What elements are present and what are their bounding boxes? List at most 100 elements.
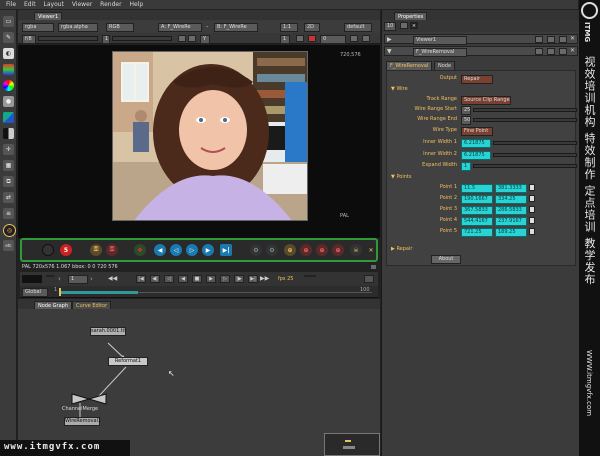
filter-icon[interactable]: ● bbox=[3, 96, 14, 107]
point4-x-field[interactable]: 544.4167 bbox=[461, 217, 493, 226]
step-back-icon[interactable]: ◀ bbox=[154, 244, 166, 256]
image-icon[interactable]: ◐ bbox=[3, 48, 14, 59]
inner-width2-field[interactable]: 6.21875 bbox=[461, 151, 491, 160]
ab3-icon[interactable]: ⊕ bbox=[316, 244, 328, 256]
metadata-icon[interactable]: ⇄ bbox=[3, 192, 14, 203]
point3-y-field[interactable]: 286.5833 bbox=[495, 206, 527, 215]
range-start-slider[interactable] bbox=[473, 108, 577, 112]
next-key-button[interactable]: |▶ bbox=[234, 275, 244, 283]
play-button[interactable]: ▶ bbox=[206, 275, 216, 283]
header2-icon-b[interactable] bbox=[547, 48, 555, 55]
point5-y-field[interactable]: 189.25 bbox=[495, 228, 527, 237]
point3-x-field[interactable]: 367.5833 bbox=[461, 206, 493, 215]
tab-node[interactable]: Node bbox=[434, 61, 456, 70]
bookend-icon[interactable]: ⚙ bbox=[266, 244, 278, 256]
header2-icon-a[interactable] bbox=[535, 48, 543, 55]
about-button[interactable]: About bbox=[431, 255, 461, 264]
refresh-icon[interactable] bbox=[362, 35, 370, 42]
point2-x-field[interactable]: 190.1667 bbox=[461, 195, 493, 204]
alpha-dropdown[interactable]: rgba.alpha bbox=[58, 23, 98, 32]
go-start-icon[interactable]: |◀ bbox=[136, 275, 146, 283]
wireremoval-node-header[interactable]: ▼ F_WireRemoval ✕ bbox=[384, 46, 578, 57]
point1-y-field[interactable]: 381.3333 bbox=[495, 184, 527, 193]
key-icon[interactable]: ⚿ bbox=[90, 244, 102, 256]
read-node[interactable]: sarah.0001.tif bbox=[90, 327, 126, 336]
proxy-icon[interactable] bbox=[188, 35, 196, 42]
stop-button[interactable]: ■ bbox=[192, 275, 202, 283]
ab4-icon[interactable]: ⊕ bbox=[332, 244, 344, 256]
transform-icon[interactable]: ✛ bbox=[3, 144, 14, 155]
wire-group-toggle[interactable]: ▼ Wire bbox=[391, 86, 408, 93]
keyer-icon[interactable] bbox=[3, 112, 14, 123]
prev-key-button[interactable]: ◀| bbox=[150, 275, 160, 283]
wire-type-dropdown[interactable]: Fine Point bbox=[461, 127, 493, 136]
views-icon[interactable]: ⧉ bbox=[3, 176, 14, 187]
overlay-icon[interactable] bbox=[350, 35, 358, 42]
channel-icon[interactable] bbox=[3, 64, 14, 75]
step-forward-icon[interactable]: ▶ bbox=[202, 244, 214, 256]
merge-icon[interactable] bbox=[3, 128, 14, 139]
key-add-icon[interactable]: ⚿ bbox=[106, 244, 118, 256]
menu-file[interactable]: File bbox=[6, 0, 16, 10]
ab-icon[interactable]: ⊕ bbox=[284, 244, 296, 256]
range-end-slider[interactable] bbox=[473, 118, 577, 122]
clip-icon[interactable] bbox=[178, 35, 186, 42]
step-back-button[interactable]: ◁ bbox=[164, 275, 174, 283]
point5-x-field[interactable]: 721.25 bbox=[461, 228, 493, 237]
header-icon-c[interactable] bbox=[559, 36, 567, 43]
header2-icon-c[interactable] bbox=[559, 48, 567, 55]
downrez-field[interactable]: 1 bbox=[280, 35, 290, 44]
frame-field[interactable]: 0 bbox=[320, 35, 346, 44]
menu-render[interactable]: Render bbox=[100, 0, 121, 10]
skull-icon[interactable]: ☠ bbox=[350, 244, 362, 256]
inner-width1-field[interactable]: 6.21875 bbox=[461, 139, 491, 148]
channels-dropdown[interactable]: rgba bbox=[22, 23, 54, 32]
input-a-dropdown[interactable]: A: F_WireRe bbox=[158, 23, 202, 32]
loop-icon[interactable]: ⚙ bbox=[250, 244, 262, 256]
point5-anim-icon[interactable] bbox=[529, 228, 535, 235]
viewer-canvas[interactable]: 720,576 PAL bbox=[18, 45, 380, 238]
color-icon[interactable] bbox=[3, 80, 14, 91]
menu-layout[interactable]: Layout bbox=[44, 0, 64, 10]
menu-viewer[interactable]: Viewer bbox=[72, 0, 92, 10]
fps-field[interactable] bbox=[304, 275, 316, 277]
node-graph-canvas[interactable]: sarah.0001.tif Reformat1 ChannelMerge Wi… bbox=[18, 309, 380, 456]
record-icon[interactable] bbox=[42, 244, 54, 256]
zoom-dropdown[interactable]: 1:1 bbox=[280, 23, 298, 32]
next-key-icon[interactable]: ▶| bbox=[220, 244, 232, 256]
forward-icon[interactable]: ▶▶ bbox=[260, 275, 270, 283]
header-icon-a[interactable] bbox=[535, 36, 543, 43]
colorspace-dropdown[interactable]: RGB bbox=[106, 23, 134, 32]
point2-y-field[interactable]: 334.25 bbox=[495, 195, 527, 204]
stop-icon[interactable]: 5 bbox=[60, 244, 72, 256]
wireremoval-name-field[interactable]: F_WireRemoval bbox=[413, 48, 467, 57]
back-icon[interactable]: ◀◀ bbox=[108, 275, 117, 283]
repair-group-toggle[interactable]: ▶ Repair bbox=[391, 246, 412, 253]
roi-icon[interactable] bbox=[296, 35, 304, 42]
pause-icon[interactable] bbox=[308, 35, 316, 42]
prev-key-icon[interactable]: ✥ bbox=[134, 244, 146, 256]
frame-right-icon[interactable]: › bbox=[90, 275, 98, 283]
fstop-field[interactable]: f/8 bbox=[22, 35, 36, 44]
inner-width1-slider[interactable] bbox=[493, 141, 577, 145]
furnace-icon[interactable]: ◎ bbox=[3, 224, 16, 237]
ab2-icon[interactable]: ⊕ bbox=[300, 244, 312, 256]
expand-arrow-icon[interactable]: ▼ bbox=[387, 48, 392, 55]
point3-anim-icon[interactable] bbox=[529, 206, 535, 213]
range-end-field[interactable]: 50 bbox=[461, 116, 471, 125]
header2-close-icon[interactable]: ✕ bbox=[570, 47, 575, 54]
step-forward-button[interactable]: ▷ bbox=[220, 275, 230, 283]
reformat-node[interactable]: Reformat1 bbox=[108, 357, 148, 366]
timebar[interactable]: Global 1 100 bbox=[20, 286, 378, 298]
expand-width-field[interactable]: 1 bbox=[461, 162, 471, 171]
expand-width-slider[interactable] bbox=[473, 164, 577, 168]
timebar-mode-dropdown[interactable]: Global bbox=[22, 288, 48, 297]
status-menu-icon[interactable] bbox=[370, 264, 377, 270]
other-icon[interactable]: etc bbox=[3, 240, 14, 251]
wire-removal-node[interactable]: WireRemoval1 bbox=[64, 417, 101, 426]
playhead[interactable] bbox=[59, 288, 61, 296]
go-end-icon[interactable]: ▶| bbox=[248, 275, 258, 283]
points-group-toggle[interactable]: ▼ Points bbox=[391, 174, 411, 181]
3d-icon[interactable]: ▦ bbox=[3, 160, 14, 171]
toolsets-icon[interactable]: ≡ bbox=[3, 208, 14, 219]
